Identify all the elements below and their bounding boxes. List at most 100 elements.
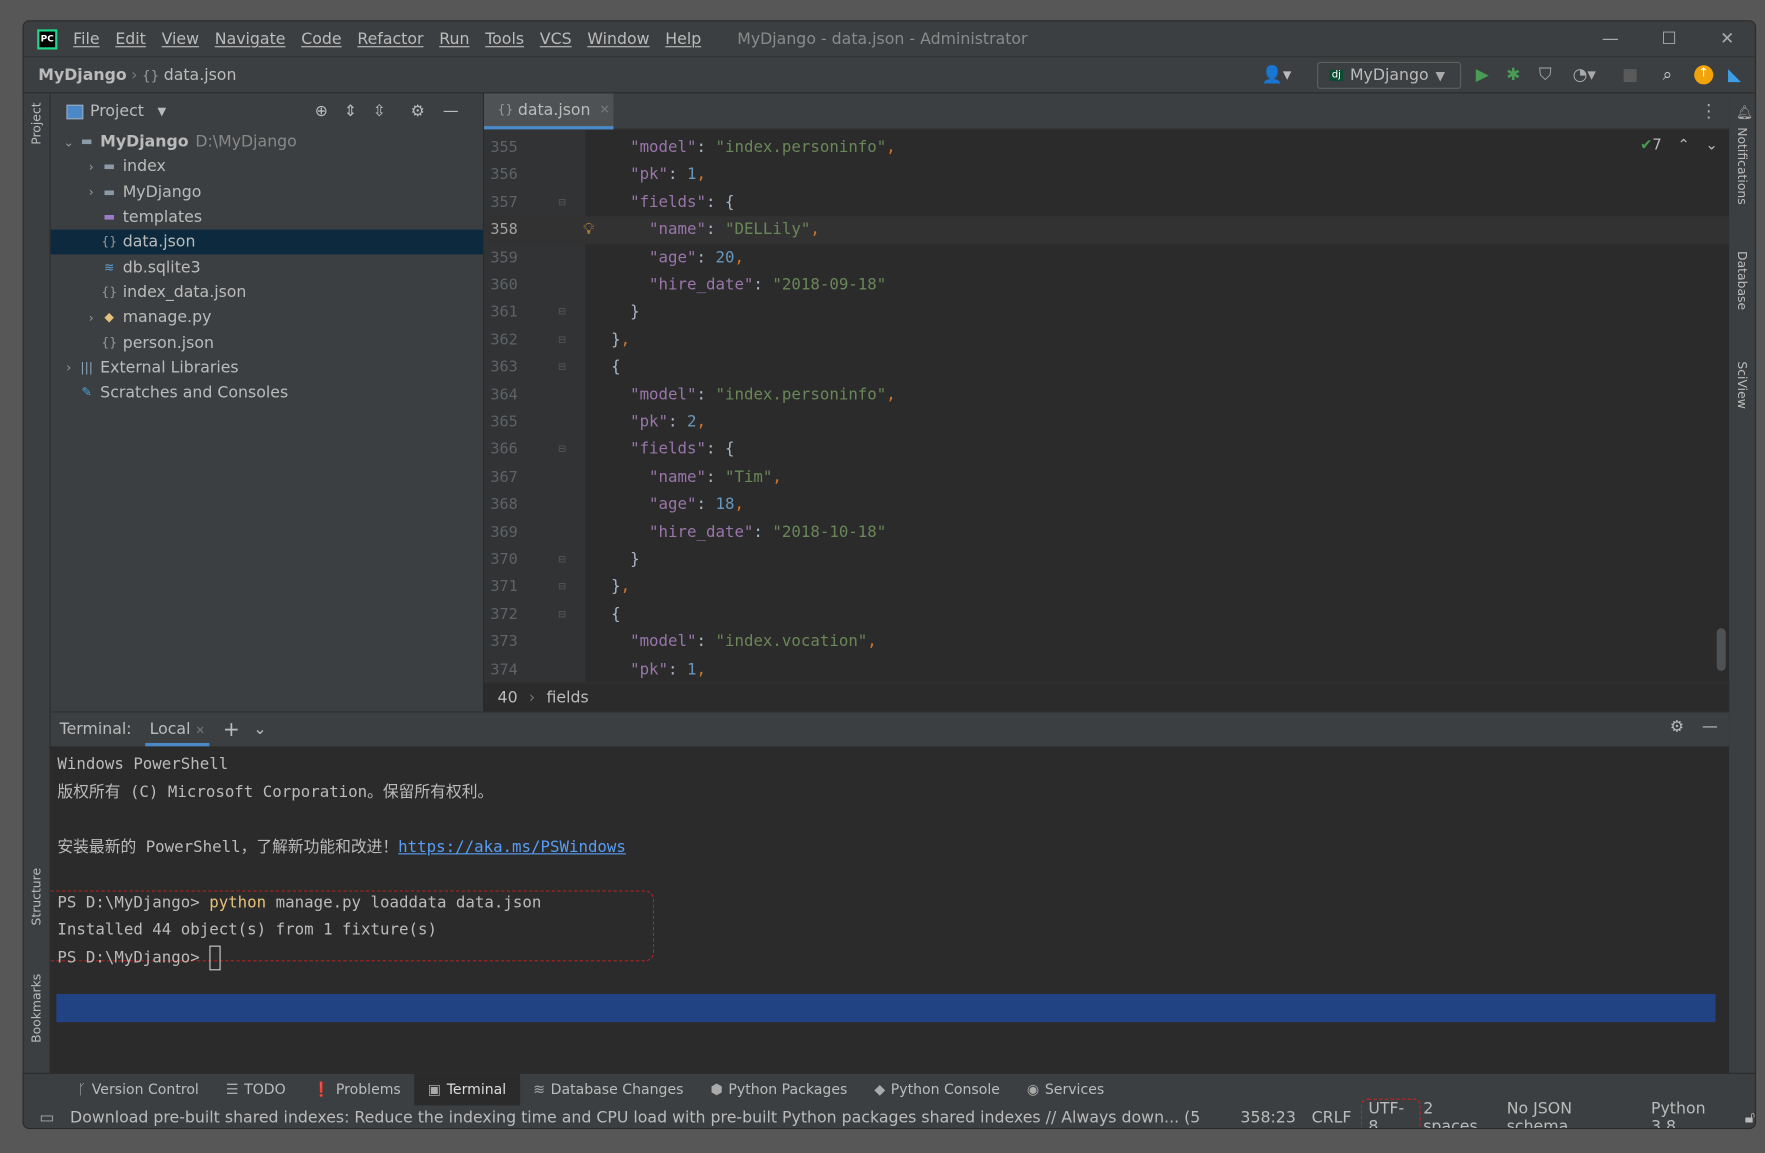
- profile-icon[interactable]: ◔▾: [1573, 64, 1596, 84]
- jetbrains-ai-icon[interactable]: ◣: [1728, 64, 1741, 84]
- check-icon: ✔: [1640, 137, 1653, 155]
- fold-marker-icon[interactable]: ⊟: [558, 436, 565, 463]
- tree-item[interactable]: {} person.json: [51, 330, 483, 355]
- menu-window[interactable]: Window: [587, 30, 649, 48]
- menu-navigate[interactable]: Navigate: [215, 30, 286, 48]
- hide-icon[interactable]: —: [1702, 718, 1718, 736]
- chevron-right-icon[interactable]: ›: [82, 185, 100, 200]
- json-schema[interactable]: No JSON schema: [1507, 1099, 1635, 1128]
- tool-window-todo[interactable]: ☰ TODO: [212, 1073, 299, 1105]
- menu-tools[interactable]: Tools: [485, 30, 524, 48]
- status-toggle-icon[interactable]: ▭: [39, 1108, 54, 1126]
- menu-file[interactable]: File: [73, 30, 99, 48]
- gear-icon[interactable]: ⚙: [411, 102, 425, 120]
- close-button[interactable]: ✕: [1720, 28, 1734, 48]
- tool-window-terminal[interactable]: ▣ Terminal: [414, 1073, 520, 1105]
- locate-icon[interactable]: ⊕: [315, 102, 328, 120]
- tree-item[interactable]: {} data.json: [50, 229, 483, 255]
- tree-item[interactable]: › ▬ index: [51, 155, 483, 180]
- tool-window-problems[interactable]: ❗ Problems: [299, 1073, 414, 1105]
- menu-run[interactable]: Run: [439, 30, 469, 48]
- terminal-tab-local[interactable]: Local ✕: [145, 713, 210, 747]
- menu-edit[interactable]: Edit: [115, 30, 146, 48]
- tab-data-json[interactable]: {} data.json ✕: [484, 93, 614, 130]
- fold-marker-icon[interactable]: ⊟: [558, 299, 565, 326]
- lightbulb-icon[interactable]: 💡︎: [583, 216, 594, 243]
- chevron-right-icon[interactable]: ›: [82, 310, 100, 325]
- fold-marker-icon[interactable]: ⊟: [558, 326, 565, 353]
- fold-marker-icon[interactable]: ⊟: [558, 573, 565, 600]
- run-icon[interactable]: ▶: [1476, 64, 1489, 84]
- tree-item[interactable]: ⌄ ▬ MyDjango D:\MyDjango: [51, 129, 483, 154]
- menu-refactor[interactable]: Refactor: [357, 30, 423, 48]
- python-interpreter[interactable]: Python 3.8: [1651, 1099, 1734, 1128]
- gear-icon[interactable]: ⚙: [1670, 718, 1684, 736]
- breadcrumb-project[interactable]: MyDjango: [38, 66, 126, 84]
- tree-item[interactable]: ✎ Scratches and Consoles: [51, 380, 483, 405]
- tool-window-python-console[interactable]: ◆ Python Console: [861, 1073, 1014, 1105]
- notifications-tool-button[interactable]: Notifications: [1735, 127, 1750, 205]
- next-highlight-icon[interactable]: ⌄: [1706, 137, 1718, 154]
- status-message[interactable]: Download pre-built shared indexes: Reduc…: [70, 1108, 1200, 1126]
- structure-tool-button[interactable]: Structure: [29, 868, 44, 926]
- project-view-select[interactable]: Project: [90, 102, 144, 120]
- file-encoding[interactable]: UTF-8: [1360, 1098, 1421, 1128]
- sciview-tool-button[interactable]: SciView: [1735, 361, 1750, 409]
- fold-marker-icon[interactable]: ⊟: [558, 354, 565, 381]
- fold-marker-icon[interactable]: ⊟: [558, 546, 565, 573]
- coverage-icon[interactable]: ⛉: [1539, 64, 1552, 84]
- menu-view[interactable]: View: [162, 30, 199, 48]
- update-icon[interactable]: ↑: [1694, 65, 1714, 85]
- more-options-icon[interactable]: ⋮: [1700, 100, 1718, 121]
- code-area[interactable]: 355 "model": "index.personinfo", 356 "pk"…: [484, 129, 1730, 682]
- breadcrumb-item[interactable]: 40: [498, 688, 518, 706]
- hide-icon[interactable]: —: [443, 102, 459, 120]
- tree-item[interactable]: › ◆ manage.py: [51, 305, 483, 330]
- project-tool-button[interactable]: Project: [29, 102, 44, 144]
- tool-window-python-packages[interactable]: ⬢ Python Packages: [697, 1073, 861, 1105]
- bookmarks-tool-button[interactable]: Bookmarks: [29, 974, 44, 1043]
- stop-icon[interactable]: ■: [1622, 64, 1638, 84]
- chevron-right-icon[interactable]: ›: [60, 361, 78, 376]
- menu-code[interactable]: Code: [301, 30, 341, 48]
- chevron-down-icon[interactable]: ▼: [157, 105, 166, 117]
- maximize-button[interactable]: ☐: [1662, 28, 1677, 48]
- previous-highlight-icon[interactable]: ⌃: [1678, 137, 1690, 154]
- tree-item[interactable]: {} index_data.json: [51, 280, 483, 305]
- lock-icon[interactable]: 🔓︎: [1745, 1108, 1755, 1126]
- fold-marker-icon[interactable]: ⊟: [558, 601, 565, 628]
- minimize-button[interactable]: —: [1602, 28, 1619, 48]
- close-tab-icon[interactable]: ✕: [600, 102, 610, 117]
- collapse-all-icon[interactable]: ⇳: [373, 102, 386, 120]
- breadcrumb-item[interactable]: fields: [546, 688, 588, 706]
- tree-item[interactable]: ≋ db.sqlite3: [51, 255, 483, 280]
- tree-item[interactable]: › ||| External Libraries: [51, 355, 483, 380]
- inspection-widget[interactable]: ✔7 ⌃ ⌄: [1640, 137, 1718, 154]
- tree-item[interactable]: ▬ templates: [51, 205, 483, 230]
- expand-all-icon[interactable]: ⇕: [344, 102, 357, 120]
- terminal-output[interactable]: Windows PowerShell 版权所有 (C) Microsoft Co…: [57, 751, 626, 972]
- tree-item[interactable]: › ▬ MyDjango: [51, 180, 483, 205]
- debug-icon[interactable]: ✱: [1506, 64, 1520, 84]
- powershell-link[interactable]: https://aka.ms/PSWindows: [398, 838, 626, 856]
- chevron-down-icon[interactable]: ⌄: [60, 135, 78, 150]
- menu-help[interactable]: Help: [665, 30, 701, 48]
- editor-scrollbar[interactable]: [1716, 628, 1726, 671]
- breadcrumb-file[interactable]: data.json: [164, 66, 237, 84]
- indent-setting[interactable]: 2 spaces: [1423, 1099, 1491, 1128]
- search-icon[interactable]: ⌕: [1663, 64, 1672, 84]
- user-icon[interactable]: 👤▾: [1262, 64, 1292, 84]
- new-tab-icon[interactable]: +: [223, 718, 240, 742]
- caret-position[interactable]: 358:23: [1240, 1108, 1295, 1126]
- menu-vcs[interactable]: VCS: [540, 30, 572, 48]
- close-tab-icon[interactable]: ✕: [195, 725, 204, 737]
- tool-window-database-changes[interactable]: ≋ Database Changes: [520, 1073, 697, 1105]
- tool-window-version-control[interactable]: ᚴ Version Control: [64, 1073, 212, 1105]
- line-separator[interactable]: CRLF: [1312, 1108, 1352, 1126]
- run-config-select[interactable]: dj MyDjango ▼: [1317, 61, 1462, 89]
- chevron-down-icon[interactable]: ⌄: [253, 720, 266, 738]
- tool-window-services[interactable]: ◉ Services: [1013, 1073, 1117, 1105]
- fold-marker-icon[interactable]: ⊟: [558, 189, 565, 216]
- database-tool-button[interactable]: Database: [1735, 251, 1750, 310]
- chevron-right-icon[interactable]: ›: [82, 160, 100, 175]
